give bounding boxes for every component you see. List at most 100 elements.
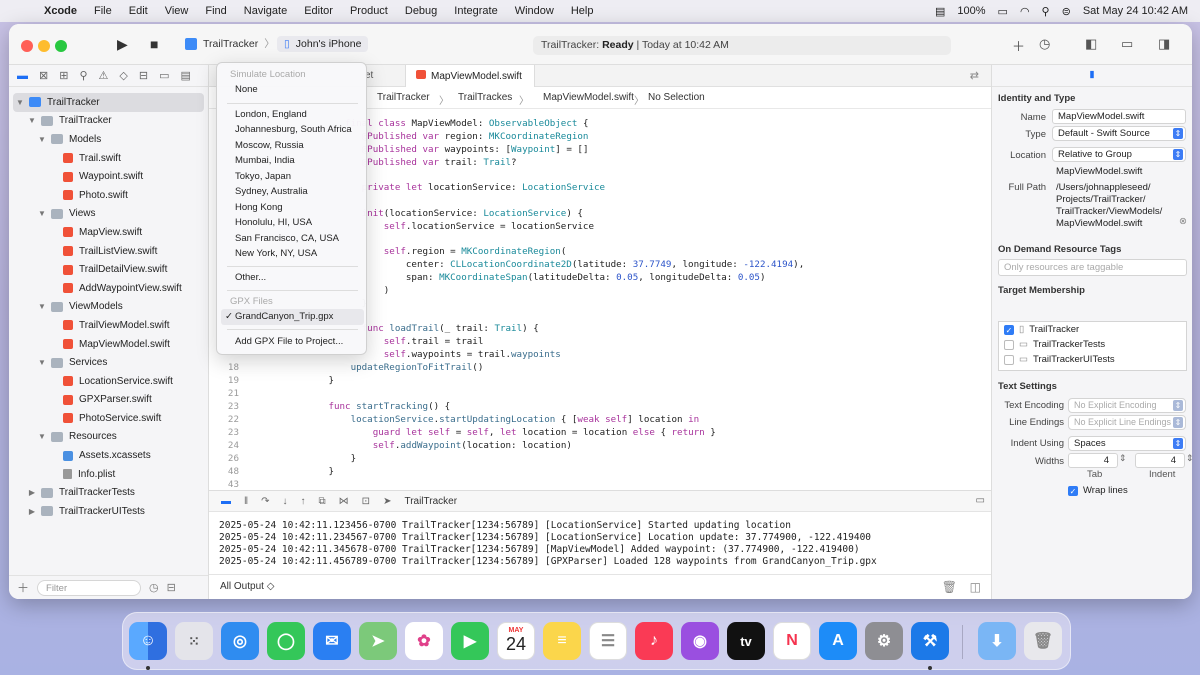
indent-width-stepper-icon[interactable]: ⇕ — [1186, 453, 1192, 464]
step-into-icon[interactable]: ↓ — [283, 496, 288, 507]
photos-icon[interactable]: ✿ — [405, 622, 443, 660]
battery-percent[interactable]: 100% — [957, 5, 985, 17]
control-center-icon[interactable]: ⊜ — [1062, 5, 1071, 18]
target-checkbox[interactable]: ✓ — [1004, 324, 1014, 335]
add-file-icon[interactable]: ＋ — [17, 579, 29, 596]
target-row[interactable]: ▭ TrailTrackerTests — [999, 337, 1186, 352]
tree-row-folder[interactable]: ▼ Services — [9, 353, 208, 372]
menu-window[interactable]: Window — [515, 5, 554, 17]
target-row[interactable]: ✓ ▯ TrailTracker — [999, 322, 1186, 337]
menu-item-location[interactable]: London, England — [221, 107, 364, 123]
filter-input[interactable]: Filter — [37, 579, 142, 596]
find-navigator-icon[interactable]: ⚲ — [79, 69, 87, 82]
tree-row-file[interactable]: MapView.swift — [9, 223, 208, 242]
history-icon[interactable]: ◷ — [1039, 36, 1050, 52]
tab-width-field[interactable]: 4 — [1068, 453, 1118, 468]
system-settings-icon[interactable]: ⚙ — [865, 622, 903, 660]
tree-row-folder[interactable]: ▼ Models — [9, 130, 208, 149]
tree-row-file[interactable]: LocationService.swift — [9, 372, 208, 391]
stop-icon[interactable]: ■ — [150, 36, 158, 52]
calendar-icon[interactable]: MAY 24 — [497, 622, 535, 660]
menu-file[interactable]: File — [94, 5, 112, 17]
chevron-down-icon[interactable]: ▼ — [37, 209, 47, 218]
tree-row-file[interactable]: GPXParser.swift — [9, 391, 208, 410]
tree-row-file[interactable]: Assets.xcassets — [9, 446, 208, 465]
chevron-down-icon[interactable]: ▼ — [37, 432, 47, 441]
music-icon[interactable]: ♪ — [635, 622, 673, 660]
debug-area-icon[interactable]: ▬ — [221, 496, 231, 507]
chevron-down-icon[interactable]: ▼ — [15, 98, 25, 107]
xcode-icon[interactable]: ⚒ — [911, 622, 949, 660]
name-field[interactable]: MapViewModel.swift — [1052, 109, 1186, 124]
facetime-icon[interactable]: ▶ — [451, 622, 489, 660]
menu-navigate[interactable]: Navigate — [244, 5, 287, 17]
reveal-in-finder-icon[interactable]: ⊗ — [1179, 216, 1187, 227]
output-selector[interactable]: All Output ◇ — [220, 581, 274, 592]
indent-using-popup[interactable]: Spaces — [1068, 436, 1186, 451]
test-navigator-icon[interactable]: ◇ — [119, 69, 127, 82]
notes-icon[interactable]: ≡ — [543, 622, 581, 660]
safari-icon[interactable]: ◎ — [221, 622, 259, 660]
tree-row-file[interactable]: Info.plist — [9, 465, 208, 484]
menu-item-add-gpx[interactable]: Add GPX File to Project... — [221, 334, 364, 350]
search-icon[interactable]: ⚲ — [1042, 5, 1050, 18]
inspector-toggle-icon[interactable]: ◨ — [1158, 36, 1170, 52]
menu-item-gpx-file[interactable]: ✓ GrandCanyon_Trip.gpx — [221, 309, 364, 325]
tree-row-folder[interactable]: ▼ ViewModels — [9, 298, 208, 317]
chevron-right-icon[interactable]: ▶ — [27, 488, 37, 497]
navigator-toggle-icon[interactable]: ◧ — [1085, 36, 1097, 52]
encoding-popup[interactable]: No Explicit Encoding — [1068, 398, 1186, 413]
pause-icon[interactable]: ‖ — [244, 496, 248, 507]
wrap-lines-row[interactable]: ✓ Wrap lines — [1068, 485, 1128, 496]
run-icon[interactable]: ▶ — [117, 36, 128, 53]
trash-icon[interactable]: 🗑 — [942, 580, 957, 594]
wifi-icon[interactable]: ◠ — [1020, 5, 1030, 18]
recent-files-icon[interactable]: ◷ — [149, 581, 159, 594]
jump-bar-project[interactable]: TrailTracker — [377, 92, 430, 103]
issue-navigator-icon[interactable]: ⚠ — [99, 69, 109, 82]
tree-row-folder[interactable]: ▶ TrailTrackerTests — [9, 483, 208, 502]
step-over-icon[interactable]: ↷ — [261, 496, 269, 507]
close-window-button[interactable] — [21, 40, 33, 52]
tree-row-file[interactable]: MapViewModel.swift — [9, 335, 208, 354]
chevron-down-icon[interactable]: ▼ — [37, 358, 47, 367]
menu-item-location[interactable]: Tokyo, Japan — [221, 169, 364, 185]
indent-width-field[interactable]: 4 — [1135, 453, 1185, 468]
menu-item-location[interactable]: Hong Kong — [221, 200, 364, 216]
clipboard-icon[interactable]: ▤ — [935, 5, 945, 18]
tree-row-file[interactable]: TrailListView.swift — [9, 242, 208, 261]
menu-item-location[interactable]: Johannesburg, South Africa — [221, 122, 364, 138]
report-navigator-icon[interactable]: ▤ — [180, 69, 190, 82]
downloads-folder-icon[interactable]: ⬇ — [978, 622, 1016, 660]
odr-tags-field[interactable]: Only resources are taggable — [998, 259, 1187, 276]
debug-area-toggle-icon[interactable]: ▭ — [1121, 36, 1133, 52]
split-editor-icon[interactable]: ⇄ — [970, 69, 979, 82]
menu-item-location[interactable]: Moscow, Russia — [221, 138, 364, 154]
menu-help[interactable]: Help — [571, 5, 594, 17]
jump-bar-file[interactable]: MapViewModel.swift — [543, 92, 634, 103]
target-checkbox[interactable] — [1004, 339, 1014, 350]
apple-tv-icon[interactable]: tv — [727, 622, 765, 660]
target-row[interactable]: ▭ TrailTrackerUITests — [999, 352, 1186, 367]
tree-row-file[interactable]: Photo.swift — [9, 186, 208, 205]
tree-row-file[interactable]: TrailViewModel.swift — [9, 316, 208, 335]
menu-edit[interactable]: Edit — [129, 5, 148, 17]
news-icon[interactable]: N — [773, 622, 811, 660]
location-icon[interactable]: ➤ — [383, 496, 391, 507]
menu-app[interactable]: Xcode — [44, 5, 77, 17]
run-destination-selector[interactable]: ▯ John's iPhone — [277, 36, 369, 52]
trash-icon[interactable]: 🗑 — [1024, 622, 1062, 660]
target-checkbox[interactable] — [1004, 354, 1014, 365]
tab-active[interactable]: MapViewModel.swift — [405, 65, 535, 87]
minimize-window-button[interactable] — [38, 40, 50, 52]
split-console-icon[interactable]: ◫ — [970, 580, 981, 594]
menu-debug[interactable]: Debug — [405, 5, 437, 17]
maps-icon[interactable]: ➤ — [359, 622, 397, 660]
tree-row-folder[interactable]: ▼ Resources — [9, 428, 208, 447]
console-output[interactable]: 2025-05-24 10:42:11.123456-0700 TrailTra… — [209, 512, 991, 574]
jump-bar-symbol[interactable]: No Selection — [648, 92, 705, 103]
tree-row-file[interactable]: TrailDetailView.swift — [9, 260, 208, 279]
tree-row-file[interactable]: PhotoService.swift — [9, 409, 208, 428]
line-endings-popup[interactable]: No Explicit Line Endings — [1068, 415, 1186, 430]
menu-product[interactable]: Product — [350, 5, 388, 17]
